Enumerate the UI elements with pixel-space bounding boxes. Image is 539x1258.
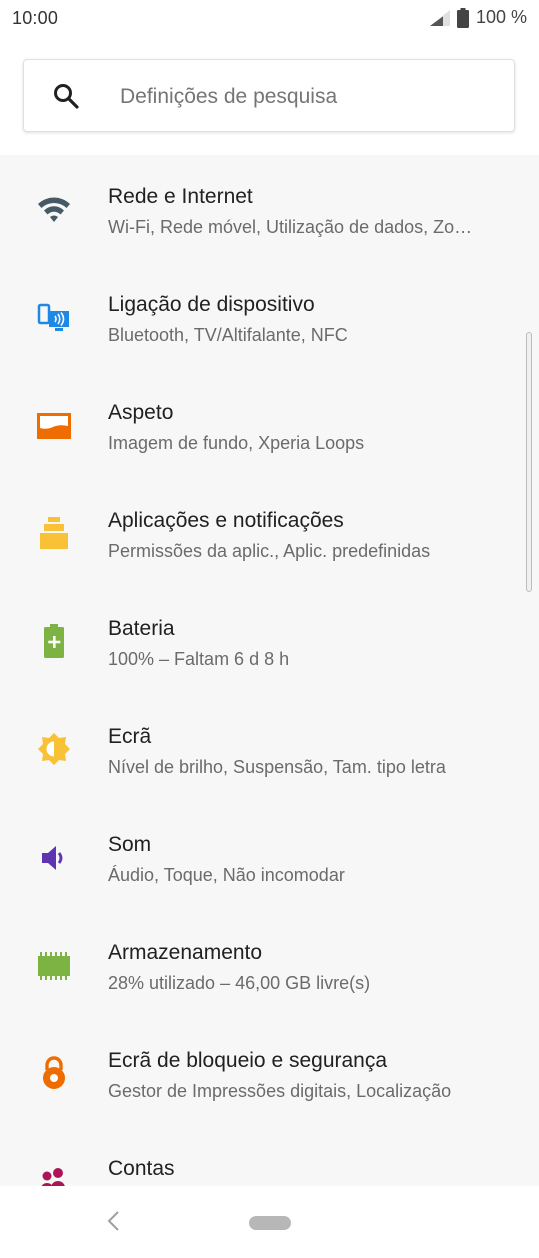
settings-item-storage[interactable]: Armazenamento 28% utilizado – 46,00 GB l… [0, 911, 539, 1019]
battery-full-icon [456, 7, 469, 28]
settings-item-subtitle: 100% – Faltam 6 d 8 h [108, 649, 290, 669]
settings-item-network[interactable]: Rede e Internet Wi-Fi, Rede móvel, Utili… [0, 155, 539, 263]
settings-item-display[interactable]: Ecrã Nível de brilho, Suspensão, Tam. ti… [0, 695, 539, 803]
settings-item-title: Som [108, 833, 152, 856]
cellular-signal-icon [429, 9, 450, 26]
status-indicators: 100 % [429, 7, 527, 28]
settings-item-subtitle: Bluetooth, TV/Altifalante, NFC [108, 325, 348, 345]
storage-icon [36, 948, 72, 984]
navigation-bar [0, 1186, 539, 1258]
settings-item-subtitle: Imagem de fundo, Xperia Loops [108, 433, 365, 453]
home-pill-icon[interactable] [249, 1216, 291, 1230]
settings-item-title: Ecrã [108, 725, 152, 748]
status-time: 10:00 [12, 8, 59, 28]
settings-item-title: Bateria [108, 617, 175, 640]
settings-item-apps-notifications[interactable]: Aplicações e notificações Permissões da … [0, 479, 539, 587]
device-connection-icon [36, 300, 72, 336]
lock-icon [36, 1055, 72, 1091]
accounts-icon [36, 1163, 72, 1186]
search-icon [54, 84, 79, 109]
battery-percentage: 100 % [475, 7, 527, 27]
settings-item-title: Armazenamento [108, 941, 263, 964]
settings-item-title: Contas [108, 1157, 175, 1180]
wifi-icon [36, 192, 72, 228]
settings-item-accounts[interactable]: Contas [0, 1127, 539, 1186]
settings-item-battery[interactable]: Bateria 100% – Faltam 6 d 8 h [0, 587, 539, 695]
settings-item-title: Rede e Internet [108, 185, 253, 208]
back-icon[interactable] [104, 1210, 124, 1232]
volume-icon [36, 840, 72, 876]
settings-item-title: Aspeto [108, 401, 174, 424]
settings-item-device-connection[interactable]: Ligação de dispositivo Bluetooth, TV/Alt… [0, 263, 539, 371]
scrollbar[interactable] [526, 332, 532, 592]
settings-screen: 10:00 100 % Definições de pesquisa Rede … [0, 0, 539, 1258]
search-area: Definições de pesquisa [0, 38, 539, 155]
settings-item-title: Ecrã de bloqueio e segurança [108, 1049, 388, 1072]
settings-item-lock-screen-security[interactable]: Ecrã de bloqueio e segurança Gestor de I… [0, 1019, 539, 1127]
battery-icon [36, 623, 72, 659]
settings-item-subtitle: Nível de brilho, Suspensão, Tam. tipo le… [108, 757, 446, 777]
settings-item-subtitle: Áudio, Toque, Não incomodar [108, 865, 345, 885]
settings-item-title: Ligação de dispositivo [108, 293, 315, 316]
settings-item-appearance[interactable]: Aspeto Imagem de fundo, Xperia Loops [0, 371, 539, 479]
brightness-icon [36, 731, 72, 767]
search-placeholder: Definições de pesquisa [120, 85, 338, 108]
settings-item-title: Aplicações e notificações [108, 509, 344, 532]
wallpaper-icon [36, 408, 72, 444]
apps-icon [36, 515, 72, 551]
status-bar: 10:00 100 % [0, 0, 539, 38]
search-settings-bar[interactable]: Definições de pesquisa [23, 59, 515, 132]
settings-list[interactable]: Rede e Internet Wi-Fi, Rede móvel, Utili… [0, 155, 539, 1186]
settings-item-subtitle: Permissões da aplic., Aplic. predefinida… [108, 541, 431, 561]
settings-item-sound[interactable]: Som Áudio, Toque, Não incomodar [0, 803, 539, 911]
settings-item-subtitle: Wi-Fi, Rede móvel, Utilização de dados, … [108, 217, 473, 237]
settings-item-subtitle: Gestor de Impressões digitais, Localizaç… [108, 1081, 452, 1101]
settings-item-subtitle: 28% utilizado – 46,00 GB livre(s) [108, 973, 371, 993]
